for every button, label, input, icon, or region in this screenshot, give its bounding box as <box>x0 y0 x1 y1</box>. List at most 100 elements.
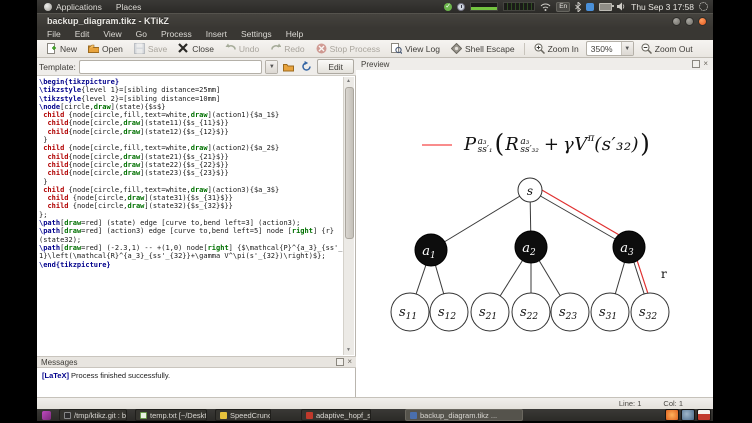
code-segment: ](state12){$s_{12}$}} <box>140 127 229 136</box>
code-segment: {node[circle, <box>68 160 124 169</box>
node-s11: s11 <box>390 292 430 332</box>
node-s23: s23 <box>550 292 590 332</box>
scroll-up-icon[interactable]: ▲ <box>344 77 353 86</box>
scrollbar-thumb[interactable] <box>345 87 354 239</box>
launcher-icon[interactable] <box>42 410 51 420</box>
minimize-button[interactable] <box>672 16 681 26</box>
code-line: }; <box>39 211 343 219</box>
system-monitor-cpu-graph-icon[interactable] <box>470 2 499 11</box>
desktop: Applications Places ✓ En Thu Sep 3 17:58… <box>37 0 713 421</box>
float-pane-icon[interactable] <box>692 60 701 68</box>
code-segment: draw <box>123 127 141 136</box>
refresh-icon <box>302 61 312 71</box>
volume-icon[interactable] <box>617 2 626 11</box>
battery-icon[interactable] <box>599 2 615 11</box>
stop-process-button[interactable]: Stop Process <box>312 42 385 55</box>
task-adaptive-hopf[interactable]: adaptive_hopf_struc... <box>301 409 371 421</box>
task-terminal[interactable]: /tmp/ktikz.git : bash ... <box>59 409 127 421</box>
code-segment: \end{tikzpicture} <box>39 260 111 269</box>
code-line: \path[draw=red] (state) edge [curve to,b… <box>39 219 343 227</box>
places-menu[interactable]: Places <box>109 0 149 13</box>
redo-icon <box>271 43 282 50</box>
close-file-button[interactable]: Close <box>174 42 218 55</box>
task-speedcrunch[interactable]: SpeedCrunch <box>215 409 271 421</box>
menu-file[interactable]: File <box>41 29 67 39</box>
task-backup-diagram[interactable]: backup_diagram.tikz ... <box>405 409 523 421</box>
panel-clock[interactable]: Thu Sep 3 17:58 <box>631 2 694 12</box>
close-pane-icon[interactable]: × <box>703 60 708 68</box>
menu-edit[interactable]: Edit <box>69 29 96 39</box>
combo-arrow-icon[interactable]: ▼ <box>620 42 633 55</box>
session-gear-icon[interactable] <box>699 2 708 11</box>
code-segment: ](state32){$s_{32}$}} <box>144 202 233 211</box>
wifi-icon[interactable] <box>540 2 551 11</box>
close-button[interactable] <box>698 16 707 26</box>
view-log-button[interactable]: View Log <box>387 42 444 55</box>
open-button[interactable]: Open <box>84 42 127 55</box>
svg-text:s: s <box>527 184 533 198</box>
menu-process[interactable]: Process <box>155 29 198 39</box>
code-line: \path[draw=red] (action3) edge [curve to… <box>39 227 343 244</box>
updater-check-icon[interactable]: ✓ <box>444 2 453 11</box>
editor-scrollbar[interactable]: ▲ ▼ <box>343 77 354 355</box>
menu-go[interactable]: Go <box>130 29 153 39</box>
bluetooth-icon[interactable] <box>575 1 582 12</box>
code-segment: draw <box>190 185 208 194</box>
code-segment: {level 1}=[sibling distance=25mm] <box>81 86 221 95</box>
firefox-icon[interactable] <box>665 409 679 421</box>
system-monitor-net-graph-icon[interactable] <box>503 2 536 11</box>
code-line: child{node[circle,draw](state23){$s_{23}… <box>39 169 343 177</box>
save-button[interactable]: Save <box>130 42 171 55</box>
code-segment: }; <box>39 210 48 219</box>
template-combo-arrow[interactable]: ▼ <box>265 59 279 74</box>
template-edit-button[interactable]: Edit <box>317 59 354 74</box>
clock-icon[interactable] <box>457 2 466 11</box>
code-area[interactable]: \begin{tikzpicture} \tikzstyle{level 1}=[… <box>39 78 343 269</box>
applications-menu[interactable]: Applications <box>37 0 109 13</box>
template-row: Template: ▼ Edit <box>37 58 356 76</box>
maximize-button[interactable] <box>685 16 694 26</box>
menu-insert[interactable]: Insert <box>200 29 233 39</box>
zoom-out-button[interactable]: Zoom Out <box>637 42 697 55</box>
workspace-icon[interactable] <box>697 409 711 421</box>
code-segment: =red] (-2.3,1) -- +(1,0) node[ <box>81 243 208 252</box>
close-pane-icon[interactable]: × <box>347 358 352 366</box>
tikz-doc-icon <box>410 411 417 419</box>
zoom-in-button[interactable]: Zoom In <box>530 42 583 55</box>
undo-button[interactable]: Undo <box>221 42 263 55</box>
globe-icon[interactable] <box>681 409 695 421</box>
zoom-level-combo[interactable]: 350% ▼ <box>585 41 634 56</box>
code-segment: \path <box>39 243 61 252</box>
template-refresh-button[interactable] <box>299 59 314 74</box>
keyboard-layout-badge[interactable]: En <box>556 1 571 12</box>
task-textfile[interactable]: temp.txt [~/Desktop... <box>135 409 207 421</box>
menu-settings[interactable]: Settings <box>235 29 278 39</box>
redo-button[interactable]: Redo <box>266 42 308 55</box>
scroll-down-icon[interactable]: ▼ <box>344 346 353 355</box>
status-col: Col: 1 <box>663 399 683 408</box>
code-segment: \node <box>39 102 61 111</box>
code-line: child{node[circle,draw](state11){$s_{11}… <box>39 119 343 127</box>
menu-help[interactable]: Help <box>280 29 309 39</box>
code-segment: {node[circle,fill,text=white, <box>64 185 191 194</box>
code-line: child {node[circle,fill,text=white,draw]… <box>39 111 343 119</box>
shell-escape-button[interactable]: Shell Escape <box>447 42 519 55</box>
code-segment: } <box>39 177 48 186</box>
titlebar[interactable]: backup_diagram.tikz - KTikZ <box>37 13 713 28</box>
screen: Applications Places ✓ En Thu Sep 3 17:58… <box>0 0 752 423</box>
new-button[interactable]: New <box>42 42 81 55</box>
template-open-button[interactable] <box>281 59 296 74</box>
code-segment: child <box>47 119 69 128</box>
places-menu-label: Places <box>115 1 142 12</box>
code-segment: draw <box>64 227 82 236</box>
float-pane-icon[interactable] <box>336 358 345 366</box>
code-line: child {node[circle,draw](state32){$s_{32… <box>39 202 343 210</box>
code-segment: \tikzstyle <box>39 94 82 103</box>
menu-view[interactable]: View <box>97 29 127 39</box>
code-segment: draw <box>123 160 141 169</box>
template-combo-input[interactable] <box>78 59 263 74</box>
open-folder-icon <box>88 44 100 53</box>
code-editor[interactable]: \begin{tikzpicture} \tikzstyle{level 1}=[… <box>37 76 356 356</box>
shell-escape-icon <box>450 43 462 54</box>
chat-icon[interactable] <box>586 2 595 11</box>
